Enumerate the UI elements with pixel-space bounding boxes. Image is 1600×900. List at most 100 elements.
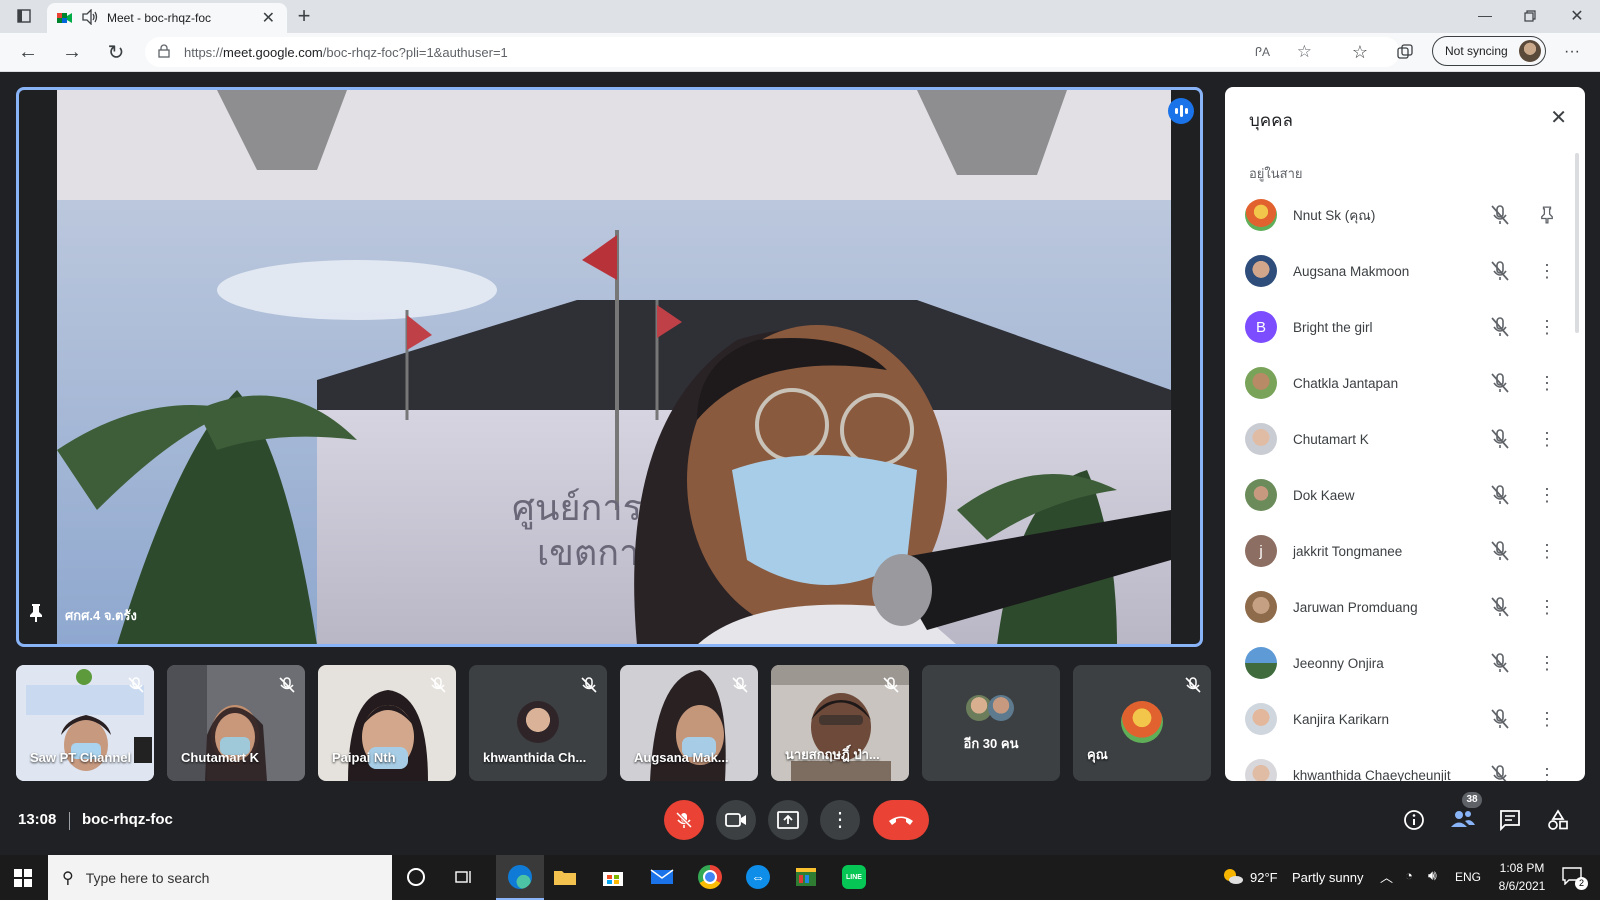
tile-name: คุณ: [1087, 747, 1108, 762]
leave-call-button[interactable]: [873, 800, 929, 840]
weather-temperature[interactable]: 92°F: [1250, 870, 1278, 885]
meeting-code: boc-rhqz-foc: [82, 811, 173, 828]
windows-start-icon[interactable]: [14, 869, 32, 887]
address-toolbar: ← → ↻ https://meet.google.com/boc-rhqz-f…: [0, 33, 1600, 72]
participant-count-badge: 38: [1462, 792, 1482, 808]
participant-row[interactable]: Kanjira Karikarn ⋮: [1245, 695, 1565, 743]
input-language[interactable]: ENG: [1455, 870, 1481, 884]
teamviewer-icon[interactable]: ⇔: [742, 861, 774, 893]
pin-icon[interactable]: [28, 603, 48, 623]
participant-row[interactable]: Jeeonny Onjira ⋮: [1245, 639, 1565, 687]
reload-icon[interactable]: ↻: [104, 40, 128, 64]
back-icon[interactable]: ←: [16, 40, 40, 64]
show-everyone-icon[interactable]: [1449, 808, 1477, 832]
muted-mic-icon: [883, 677, 899, 693]
line-app-icon[interactable]: LINE: [838, 861, 870, 893]
notification-center-icon[interactable]: 2: [1562, 867, 1588, 890]
tray-expand-icon[interactable]: ︿: [1380, 867, 1393, 886]
self-tile[interactable]: คุณ: [1073, 665, 1211, 781]
more-actions-icon[interactable]: ⋮: [1535, 483, 1559, 507]
more-actions-icon[interactable]: ⋮: [1535, 259, 1559, 283]
more-options-button[interactable]: ⋮: [820, 800, 860, 840]
more-participants-tile[interactable]: อีก 30 คน: [922, 665, 1060, 781]
participant-row[interactable]: khwanthida Chaeycheunjit ⋮: [1245, 751, 1565, 781]
meeting-details-icon[interactable]: [1403, 809, 1427, 833]
collections-icon[interactable]: [1393, 40, 1417, 64]
participant-name: jakkrit Tongmanee: [1293, 543, 1403, 559]
weather-condition[interactable]: Partly sunny: [1292, 870, 1364, 885]
main-video-stage[interactable]: ศูนย์การศึ เขตการศึ ศกศ.4 จ.ตรัง: [16, 87, 1203, 647]
translate-icon[interactable]: ᎵA: [1255, 45, 1270, 60]
chat-icon[interactable]: [1499, 809, 1523, 833]
participant-tile[interactable]: นายสกฤษฎิ์ ป่า...: [771, 665, 909, 781]
participant-row[interactable]: Augsana Makmoon ⋮: [1245, 247, 1565, 295]
url-bar[interactable]: https://meet.google.com/boc-rhqz-foc?pli…: [145, 37, 1400, 67]
participant-tile[interactable]: Chutamart K: [167, 665, 305, 781]
tab-actions-icon[interactable]: [12, 4, 36, 28]
network-icon[interactable]: ◔: [1405, 868, 1413, 883]
forward-icon[interactable]: →: [60, 40, 84, 64]
mail-icon[interactable]: [646, 861, 678, 893]
new-tab-icon[interactable]: +: [292, 3, 316, 28]
browser-tab[interactable]: Meet - boc-rhqz-foc ✕: [47, 3, 287, 33]
clock-time[interactable]: 1:08 PM: [1490, 861, 1554, 875]
more-menu-icon[interactable]: ···: [1560, 40, 1584, 64]
tile-name: Augsana Mak...: [634, 750, 729, 765]
more-actions-icon[interactable]: ⋮: [1535, 763, 1559, 782]
volume-icon[interactable]: 🔊︎: [1428, 867, 1437, 884]
participant-name: Chatkla Jantapan: [1293, 375, 1399, 391]
participant-row[interactable]: Chatkla Jantapan ⋮: [1245, 359, 1565, 407]
mic-toggle-button[interactable]: [664, 800, 704, 840]
tab-close-icon[interactable]: ✕: [262, 8, 275, 28]
participant-tile[interactable]: Saw PT Channel: [16, 665, 154, 781]
more-actions-icon[interactable]: ⋮: [1535, 371, 1559, 395]
add-favorite-icon[interactable]: ☆: [1297, 42, 1312, 62]
taskbar-search-box[interactable]: ⚲ Type here to search: [48, 855, 392, 900]
present-screen-button[interactable]: [768, 800, 808, 840]
clock-date[interactable]: 8/6/2021: [1490, 879, 1554, 893]
minimize-window-icon[interactable]: —: [1473, 3, 1497, 27]
participant-row[interactable]: j jakkrit Tongmanee ⋮: [1245, 527, 1565, 575]
muted-mic-icon: [1185, 677, 1201, 693]
activities-icon[interactable]: [1547, 809, 1571, 833]
participant-row[interactable]: Nnut Sk (คุณ): [1245, 191, 1565, 239]
more-actions-icon[interactable]: ⋮: [1535, 595, 1559, 619]
url-path: /boc-rhqz-foc?pli=1&authuser=1: [322, 44, 508, 60]
task-view-icon[interactable]: [448, 861, 480, 893]
muted-mic-icon: [1491, 317, 1509, 337]
pin-to-screen-icon[interactable]: [1535, 203, 1559, 227]
muted-mic-icon: [430, 677, 446, 693]
tile-name: Paipai Nth: [332, 750, 396, 765]
participant-row[interactable]: Jaruwan Promduang ⋮: [1245, 583, 1565, 631]
favorites-icon[interactable]: ☆: [1348, 40, 1372, 64]
profile-sync-button[interactable]: Not syncing: [1432, 36, 1546, 66]
close-panel-icon[interactable]: ✕: [1550, 105, 1567, 130]
edge-app-icon[interactable]: [496, 855, 544, 900]
more-actions-icon[interactable]: ⋮: [1535, 427, 1559, 451]
more-actions-icon[interactable]: ⋮: [1535, 539, 1559, 563]
participant-row[interactable]: Dok Kaew ⋮: [1245, 471, 1565, 519]
tab-title: Meet - boc-rhqz-foc: [107, 11, 212, 25]
muted-mic-icon: [1491, 653, 1509, 673]
restore-window-icon[interactable]: [1518, 4, 1542, 28]
participant-tile[interactable]: Paipai Nth: [318, 665, 456, 781]
participant-tile[interactable]: khwanthida Ch...: [469, 665, 607, 781]
speaker-video-image: ศูนย์การศึ เขตการศึ: [57, 90, 1171, 644]
store-icon[interactable]: [597, 861, 629, 893]
more-actions-icon[interactable]: ⋮: [1535, 707, 1559, 731]
muted-mic-icon: [279, 677, 295, 693]
cortana-icon[interactable]: [400, 861, 432, 893]
video-editor-icon[interactable]: [790, 861, 822, 893]
more-actions-icon[interactable]: ⋮: [1535, 315, 1559, 339]
more-actions-icon[interactable]: ⋮: [1535, 651, 1559, 675]
chrome-app-icon[interactable]: [694, 861, 726, 893]
camera-toggle-button[interactable]: [716, 800, 756, 840]
panel-scrollbar[interactable]: [1575, 153, 1579, 333]
main-video-feed: ศูนย์การศึ เขตการศึ: [57, 90, 1171, 644]
file-explorer-icon[interactable]: [549, 861, 581, 893]
tab-audio-icon[interactable]: [81, 7, 99, 28]
participant-row[interactable]: B Bright the girl ⋮: [1245, 303, 1565, 351]
participant-row[interactable]: Chutamart K ⋮: [1245, 415, 1565, 463]
close-window-icon[interactable]: ✕: [1565, 4, 1589, 28]
participant-tile[interactable]: Augsana Mak...: [620, 665, 758, 781]
